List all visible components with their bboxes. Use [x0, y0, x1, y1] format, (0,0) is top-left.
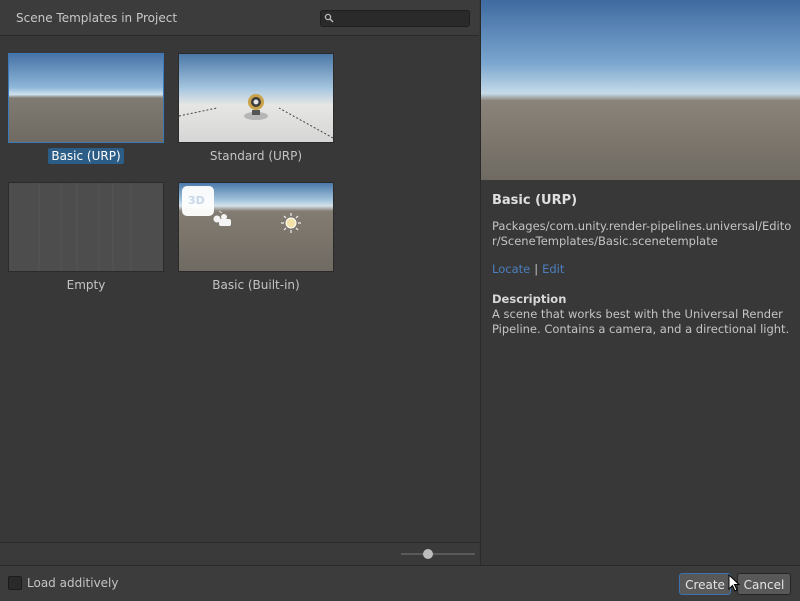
template-tile-basic-builtin[interactable]: 3D Basic (Built-in): [178, 182, 334, 297]
edit-link[interactable]: Edit: [542, 262, 564, 276]
scene-gizmos: [213, 210, 301, 233]
template-label: Basic (Built-in): [212, 278, 300, 292]
template-details-panel: Basic (URP) Packages/com.unity.render-pi…: [480, 0, 800, 565]
zoom-slider-track[interactable]: [401, 553, 475, 555]
zoom-slider-handle[interactable]: [423, 549, 433, 559]
create-button[interactable]: Create: [679, 573, 731, 595]
camera-icon: [213, 210, 231, 226]
template-thumbnail: [8, 182, 164, 272]
load-additively-checkbox[interactable]: [8, 576, 22, 590]
template-label: Standard (URP): [209, 149, 303, 163]
panel-title: Scene Templates in Project: [16, 11, 178, 25]
template-label: Empty: [66, 278, 106, 292]
dialog-footer: Load additively Create Cancel: [0, 565, 800, 601]
search-icon: [324, 13, 334, 23]
description-text: A scene that works best with the Univers…: [492, 307, 790, 336]
template-thumbnail: [8, 53, 164, 143]
template-tile-basic-urp[interactable]: Basic (URP): [8, 53, 164, 168]
empty-pattern: [38, 183, 132, 271]
template-preview-image: [481, 0, 800, 180]
description-heading: Description: [492, 292, 567, 306]
template-tile-empty[interactable]: Empty: [8, 182, 164, 297]
link-separator: |: [534, 262, 539, 276]
mouse-cursor-icon: [728, 574, 740, 592]
cancel-button[interactable]: Cancel: [737, 573, 791, 595]
template-list-panel: Scene Templates in Project Basic (URP) S…: [0, 0, 479, 566]
template-title: Basic (URP): [492, 193, 578, 208]
search-input[interactable]: [337, 11, 465, 26]
template-list-header: Scene Templates in Project: [0, 0, 479, 36]
template-thumbnail: 3D: [178, 182, 334, 272]
list-footer: [0, 542, 479, 566]
locate-link[interactable]: Locate: [492, 262, 530, 276]
template-label: Basic (URP): [8, 148, 164, 164]
template-actions: Locate | Edit: [492, 262, 564, 276]
template-thumbnail: [178, 53, 334, 143]
camera-gizmo-icon: [179, 94, 333, 139]
template-tile-standard-urp[interactable]: Standard (URP): [178, 53, 334, 168]
template-path: Packages/com.unity.render-pipelines.univ…: [492, 219, 792, 248]
search-field[interactable]: [320, 10, 470, 27]
directional-light-icon: [281, 213, 301, 233]
load-additively-label: Load additively: [27, 576, 119, 590]
